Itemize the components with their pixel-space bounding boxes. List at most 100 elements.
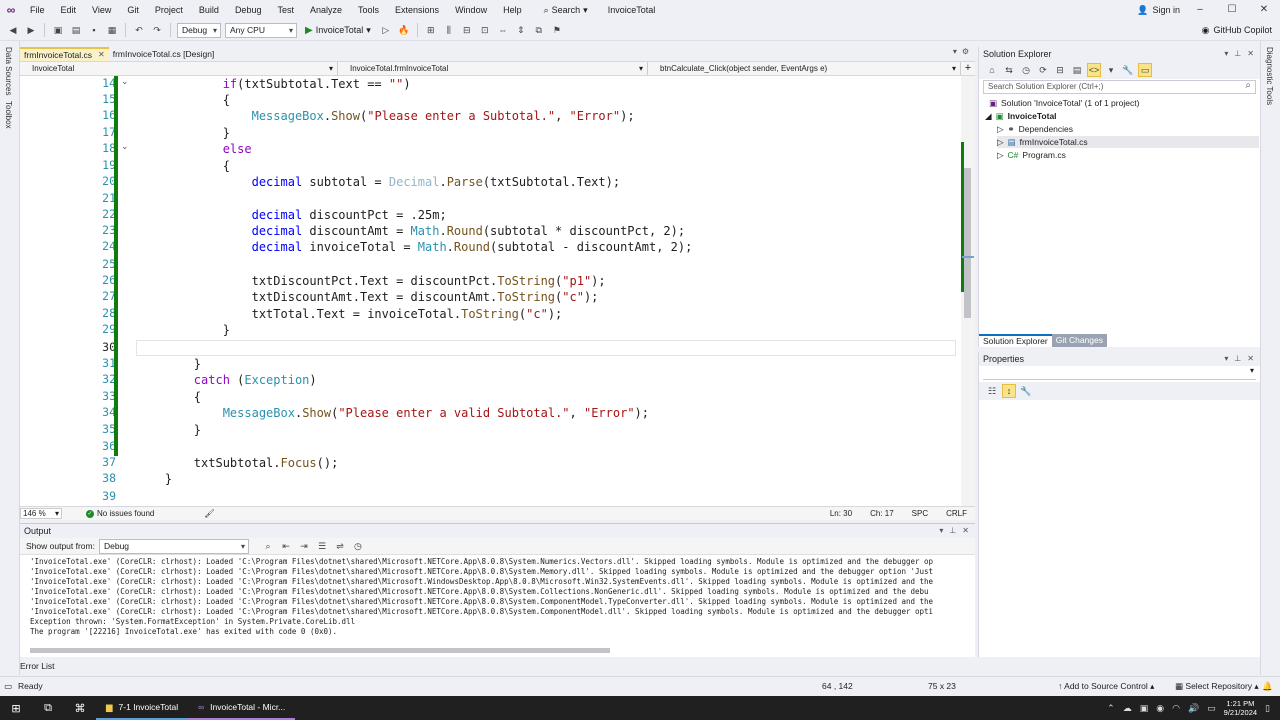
horizontal-scrollbar[interactable] xyxy=(30,648,610,653)
battery-icon[interactable]: ▭ xyxy=(1207,703,1216,714)
collapse-chevron-icon[interactable]: ⌄ xyxy=(121,76,129,87)
menu-project[interactable]: Project xyxy=(147,0,191,20)
configuration-select[interactable]: Debug xyxy=(177,22,221,38)
zoom-select[interactable]: 146 % xyxy=(20,508,62,519)
tree-item-dependencies[interactable]: ▷ ⚭ Dependencies xyxy=(997,123,1073,135)
code-line[interactable]: decimal discountPct = .25m; xyxy=(136,207,447,223)
pin-icon[interactable]: ⊥ xyxy=(1234,352,1241,366)
toolbox-tab[interactable]: Toolbox xyxy=(4,101,13,129)
order-icon[interactable]: ⧉ xyxy=(532,23,546,37)
tree-item-project[interactable]: ◢ ▣ InvoiceTotal xyxy=(985,110,1057,122)
code-line[interactable]: } xyxy=(136,471,172,487)
collapse-chevron-icon[interactable]: ⌄ xyxy=(121,141,129,152)
alphabetical-icon[interactable]: ↕ xyxy=(1002,384,1016,398)
menu-git[interactable]: Git xyxy=(119,0,147,20)
tab-list-icon[interactable]: ▾ xyxy=(953,47,957,56)
prev-message-icon[interactable]: ⇤ xyxy=(279,539,293,553)
clear-all-icon[interactable]: ☰ xyxy=(315,539,329,553)
format-icon[interactable]: ⊡ xyxy=(478,23,492,37)
line-ending-indicator[interactable]: CRLF xyxy=(946,509,967,518)
menu-debug[interactable]: Debug xyxy=(227,0,270,20)
tab-frm-invoice-total-cs[interactable]: frmInvoiceTotal.cs ✕ xyxy=(20,47,109,61)
code-line[interactable]: { xyxy=(136,158,230,174)
window-menu-icon[interactable]: ▾ xyxy=(1224,352,1228,366)
size-icon[interactable]: ⇕ xyxy=(514,23,528,37)
network-app-icon[interactable]: ⌘ xyxy=(64,696,96,720)
start-icon[interactable]: ⊞ xyxy=(0,696,32,720)
tab-frm-invoice-total-design[interactable]: frmInvoiceTotal.cs [Design] xyxy=(109,47,219,61)
menu-build[interactable]: Build xyxy=(191,0,227,20)
object-select[interactable] xyxy=(983,366,1256,380)
tab-git-changes[interactable]: Git Changes xyxy=(1051,334,1107,347)
run-without-debugging-icon[interactable]: ▷ xyxy=(379,23,393,37)
code-line[interactable]: { xyxy=(136,92,230,108)
preview-icon[interactable]: ▭ xyxy=(1138,63,1152,77)
undo-icon[interactable]: ↶ xyxy=(132,23,146,37)
search-button[interactable]: ⌕ Search ▾ xyxy=(536,2,596,18)
code-line[interactable]: MessageBox.Show("Please enter a Subtotal… xyxy=(136,108,635,124)
type-navigation-select[interactable]: InvoiceTotal.frmInvoiceTotal xyxy=(338,62,648,75)
code-line[interactable]: } xyxy=(136,422,201,438)
notifications-icon[interactable]: ▯ xyxy=(1265,703,1270,714)
menu-window[interactable]: Window xyxy=(447,0,495,20)
window-menu-icon[interactable]: ▾ xyxy=(939,524,943,538)
more-icon[interactable]: ▾ xyxy=(1104,63,1118,77)
collapse-all-icon[interactable]: ⊟ xyxy=(1053,63,1067,77)
switch-view-icon[interactable]: ⇆ xyxy=(1002,63,1016,77)
back-icon[interactable]: ◀ xyxy=(6,23,20,37)
member-navigation-select[interactable]: btnCalculate_Click(object sender, EventA… xyxy=(648,62,961,75)
browser-link-icon[interactable]: ⊞ xyxy=(424,23,438,37)
layout-icon[interactable]: ⊟ xyxy=(460,23,474,37)
close-icon[interactable]: ✕ xyxy=(98,49,105,61)
close-icon[interactable]: ✕ xyxy=(1247,47,1254,61)
next-message-icon[interactable]: ⇥ xyxy=(297,539,311,553)
find-icon[interactable]: ⌕ xyxy=(261,539,275,553)
char-indicator[interactable]: Ch: 17 xyxy=(870,509,894,518)
code-line[interactable]: if(txtSubtotal.Text == "") xyxy=(136,76,411,92)
align-icon[interactable]: ⫼ xyxy=(442,23,456,37)
save-all-icon[interactable]: ▦ xyxy=(105,23,119,37)
code-text-area[interactable]: if(txtSubtotal.Text == "") { MessageBox.… xyxy=(136,76,961,506)
menu-extensions[interactable]: Extensions xyxy=(387,0,447,20)
code-line[interactable]: decimal invoiceTotal = Math.Round(subtot… xyxy=(136,239,693,255)
code-line[interactable]: catch (Exception) xyxy=(136,372,317,388)
github-copilot-button[interactable]: ◉ GitHub Copilot xyxy=(1202,20,1272,41)
menu-test[interactable]: Test xyxy=(269,0,302,20)
clock[interactable]: 1:21 PM 9/21/2024 xyxy=(1224,699,1257,717)
brush-icon[interactable]: 🖌 xyxy=(204,509,214,518)
save-icon[interactable]: ▪ xyxy=(87,23,101,37)
start-debugging-button[interactable]: ▶ InvoiceTotal ▾ xyxy=(301,25,375,36)
vertical-scrollbar[interactable] xyxy=(961,76,975,506)
maximize-button[interactable]: ☐ xyxy=(1216,0,1248,20)
settings-icon[interactable]: ⚙ xyxy=(962,47,969,56)
window-menu-icon[interactable]: ▾ xyxy=(1224,47,1228,61)
chevron-up-icon[interactable]: ⌃ xyxy=(1107,703,1115,714)
properties-icon[interactable]: 🔧 xyxy=(1121,63,1135,77)
sync-icon[interactable]: ⟳ xyxy=(1036,63,1050,77)
code-line[interactable]: MessageBox.Show("Please enter a valid Su… xyxy=(136,405,649,421)
output-source-select[interactable]: Debug xyxy=(98,538,249,554)
menu-view[interactable]: View xyxy=(84,0,119,20)
code-line[interactable]: } xyxy=(136,322,230,338)
close-button[interactable]: ✕ xyxy=(1248,0,1280,20)
taskbar-app-explorer[interactable]: ▆ 7-1 InvoiceTotal xyxy=(96,696,189,720)
redo-icon[interactable]: ↷ xyxy=(150,23,164,37)
code-line[interactable]: txtTotal.Text = invoiceTotal.ToString("c… xyxy=(136,306,563,322)
show-all-files-icon[interactable]: ▤ xyxy=(1070,63,1084,77)
tray-app-icon[interactable]: ◉ xyxy=(1156,703,1164,714)
home-icon[interactable]: ⌂ xyxy=(985,63,999,77)
sign-in-button[interactable]: 👤 Sign in xyxy=(1137,0,1180,20)
property-pages-icon[interactable]: 🔧 xyxy=(1019,384,1033,398)
tree-item-solution[interactable]: ▣ Solution 'InvoiceTotal' (1 of 1 projec… xyxy=(989,97,1139,109)
view-code-icon[interactable]: <> xyxy=(1087,63,1101,77)
onedrive-icon[interactable]: ☁ xyxy=(1123,703,1132,714)
open-folder-icon[interactable]: ▤ xyxy=(69,23,83,37)
code-editor[interactable]: 14 ⌄ 15 16 17 18 ⌄ 19 20 21 22 23 24 25 26 27 28 29 30 31 32… xyxy=(20,76,975,506)
word-wrap-icon[interactable]: ⇌ xyxy=(333,539,347,553)
scrollbar-thumb[interactable] xyxy=(964,168,971,318)
tray-app-icon[interactable]: ▣ xyxy=(1140,703,1149,714)
code-line[interactable]: decimal discountAmt = Math.Round(subtota… xyxy=(136,223,686,239)
code-line[interactable]: else xyxy=(136,141,252,157)
spacing-icon[interactable]: ⇔ xyxy=(496,23,510,37)
bookmark-icon[interactable]: ⚑ xyxy=(550,23,564,37)
